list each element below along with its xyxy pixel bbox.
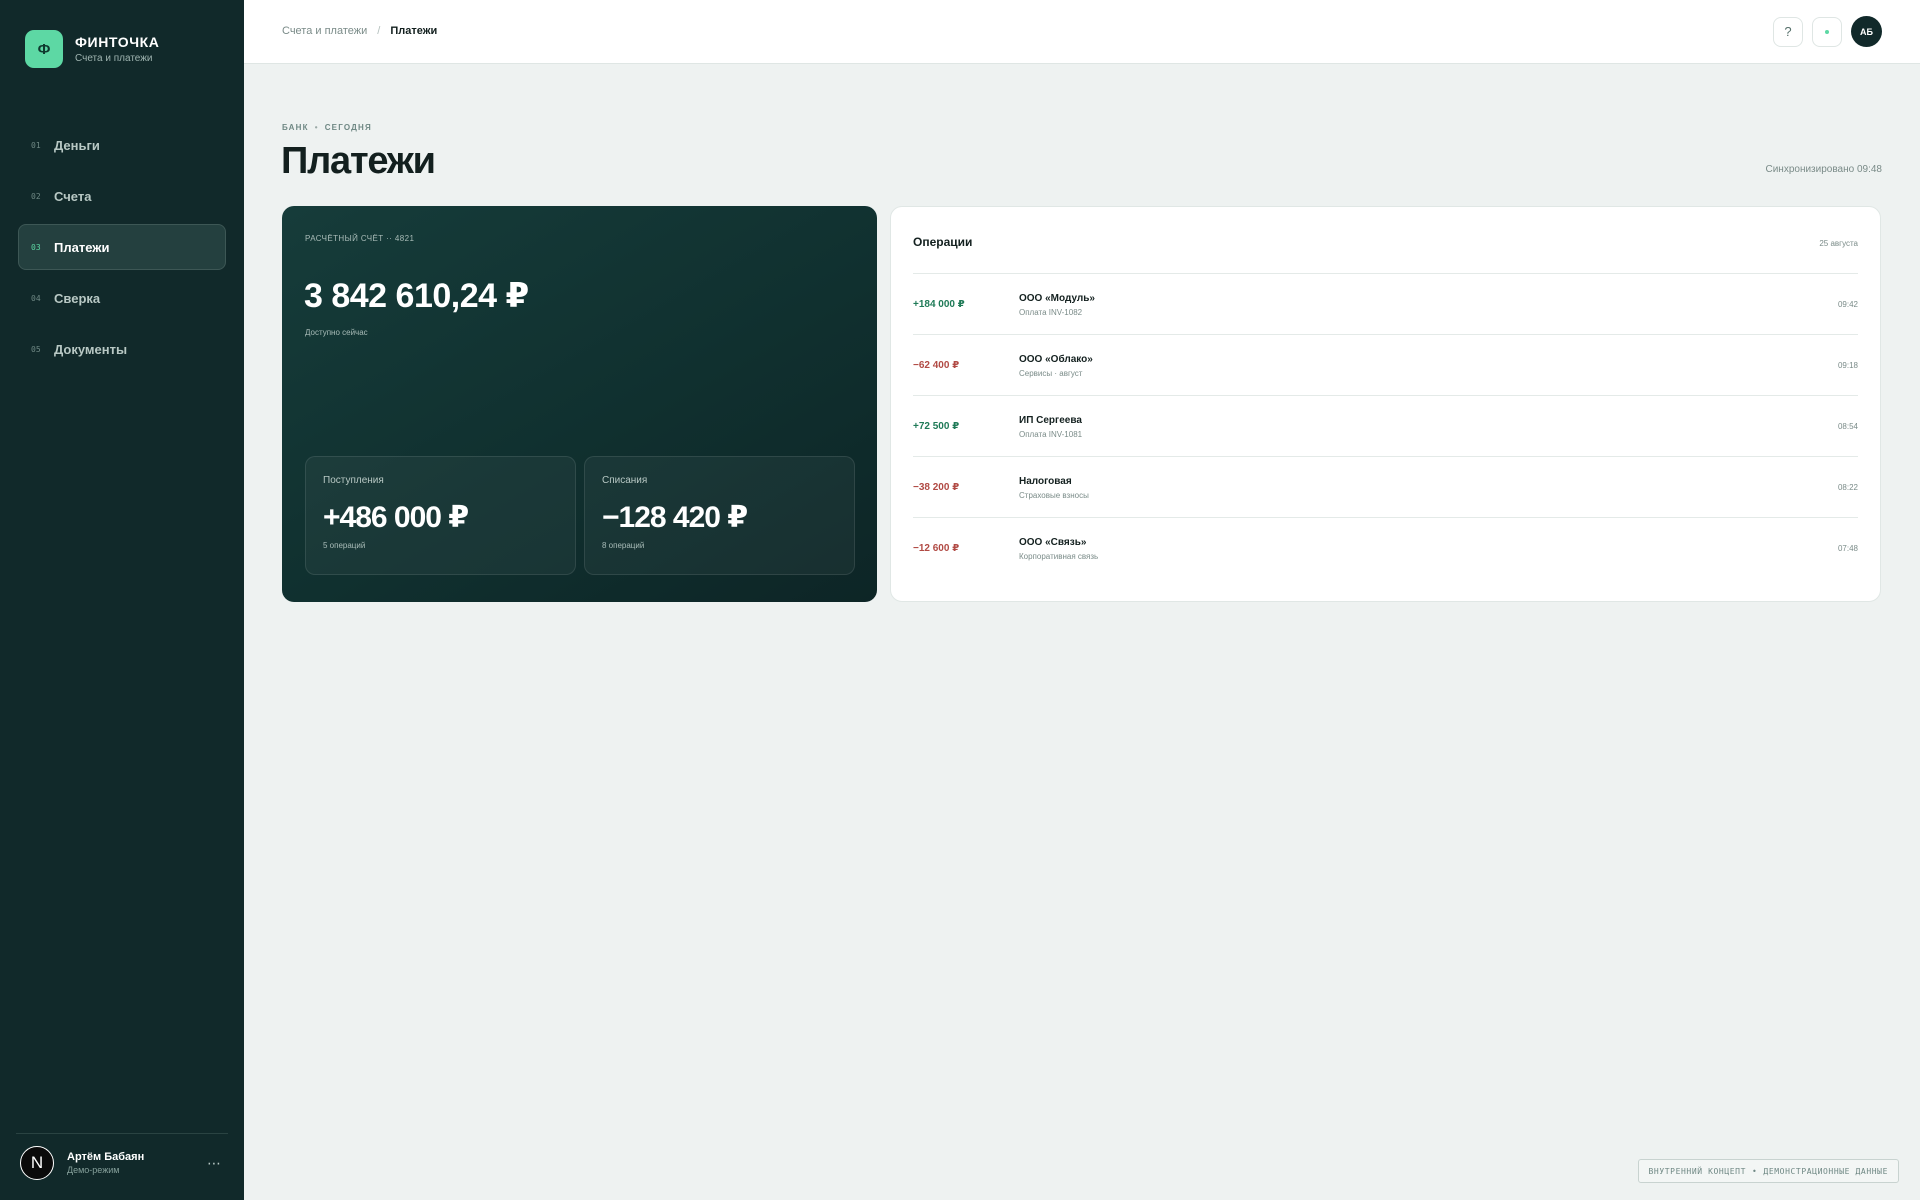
status-dot-icon: [1825, 29, 1829, 34]
list-item[interactable]: −12 600 ₽ ООО «Связь» Корпоративная связ…: [913, 517, 1858, 578]
user-name: Артём Бабаян: [67, 1151, 145, 1163]
operation-description: Корпоративная связь: [1019, 552, 1099, 561]
sidebar-item-label: Сверка: [54, 290, 101, 306]
operation-time: 07:48: [1837, 544, 1858, 553]
breadcrumb: Счета и платежи / Платежи: [282, 25, 437, 37]
sidebar-item-number: 05: [31, 344, 41, 354]
avatar[interactable]: АБ: [1851, 16, 1882, 47]
sidebar-divider: [16, 1133, 228, 1134]
balance-card: РАСЧЁТНЫЙ СЧЁТ ·· 4821 3 842 610,24 ₽ До…: [282, 206, 877, 602]
more-icon[interactable]: ⋯: [207, 1155, 226, 1172]
list-item[interactable]: +72 500 ₽ ИП Сергеева Оплата INV-1081 08…: [913, 395, 1858, 456]
operation-amount: −62 400 ₽: [913, 360, 960, 371]
sidebar-item-payments[interactable]: 03 Платежи: [18, 224, 226, 270]
account-label: РАСЧЁТНЫЙ СЧЁТ ·· 4821: [305, 234, 415, 243]
operation-description: Оплата INV-1081: [1019, 430, 1083, 439]
sidebar-item-money[interactable]: 01 Деньги: [18, 122, 226, 168]
user-role: Демо-режим: [67, 1165, 120, 1175]
expense-value: −128 420 ₽: [602, 501, 748, 534]
sidebar-item-reconciliation[interactable]: 04 Сверка: [18, 275, 226, 321]
sync-status: Синхронизировано 09:48: [1765, 164, 1882, 175]
operation-description: Страховые взносы: [1019, 491, 1089, 500]
sidebar-item-label: Счета: [54, 188, 92, 204]
breadcrumb-item-accounts[interactable]: Счета и платежи: [282, 25, 367, 37]
sidebar-nav: 01 Деньги 02 Счета 03 Платежи 04 Сверка …: [18, 122, 226, 377]
balance-amount: 3 842 610,24 ₽: [304, 277, 529, 315]
sidebar-item-documents[interactable]: 05 Документы: [18, 326, 226, 372]
operation-time: 09:18: [1837, 361, 1858, 370]
income-label: Поступления: [323, 475, 384, 486]
brand-subtitle: Счета и платежи: [75, 53, 153, 64]
badge-part: ВНУТРЕННИЙ КОНЦЕПТ: [1648, 1166, 1746, 1176]
operation-amount: +72 500 ₽: [913, 421, 960, 432]
user-profile[interactable]: N Артём Бабаян Демо-режим ⋯: [20, 1146, 226, 1180]
income-value: +486 000 ₽: [323, 501, 469, 534]
badge-part: ДЕМОНСТРАЦИОННЫЕ ДАННЫЕ: [1763, 1166, 1888, 1176]
operation-counterparty: ООО «Облако»: [1019, 354, 1093, 365]
eyebrow-part: СЕГОДНЯ: [324, 123, 372, 132]
operations-date: 25 августа: [1819, 239, 1858, 248]
sidebar-item-number: 04: [31, 293, 41, 303]
top-actions: ? АБ: [1773, 16, 1882, 47]
breadcrumb-separator: /: [377, 25, 381, 37]
list-item[interactable]: −62 400 ₽ ООО «Облако» Сервисы · август …: [913, 334, 1858, 395]
operation-amount: −12 600 ₽: [913, 543, 960, 554]
expense-card[interactable]: Списания −128 420 ₽ 8 операций: [584, 456, 855, 575]
brand[interactable]: Ф ФИНТОЧКА Счета и платежи: [25, 30, 160, 68]
operation-time: 08:54: [1837, 422, 1858, 431]
help-icon: ?: [1784, 24, 1792, 39]
breadcrumb-item-current: Платежи: [390, 25, 438, 37]
operation-counterparty: ИП Сергеева: [1019, 415, 1082, 426]
sidebar-item-label: Документы: [54, 341, 128, 357]
sidebar-item-accounts[interactable]: 02 Счета: [18, 173, 226, 219]
operations-list: +184 000 ₽ ООО «Модуль» Оплата INV-1082 …: [913, 273, 1858, 578]
operation-description: Сервисы · август: [1019, 369, 1083, 378]
sidebar-item-label: Деньги: [54, 137, 100, 153]
status-button[interactable]: [1812, 16, 1842, 47]
operation-description: Оплата INV-1082: [1019, 308, 1083, 317]
sidebar-item-label: Платежи: [54, 239, 110, 255]
eyebrow-part: БАНК: [282, 123, 309, 132]
brand-text: ФИНТОЧКА Счета и платежи: [75, 34, 160, 64]
sidebar-item-number: 02: [31, 191, 41, 201]
list-item[interactable]: −38 200 ₽ Налоговая Страховые взносы 08:…: [913, 456, 1858, 517]
income-count: 5 операций: [323, 541, 366, 550]
operation-time: 08:22: [1837, 483, 1858, 492]
income-card[interactable]: Поступления +486 000 ₽ 5 операций: [305, 456, 576, 575]
help-button[interactable]: ?: [1773, 16, 1803, 47]
topbar: Счета и платежи / Платежи ? АБ: [244, 0, 1920, 64]
expense-count: 8 операций: [602, 541, 645, 550]
operation-counterparty: ООО «Модуль»: [1019, 293, 1095, 304]
brand-name: ФИНТОЧКА: [75, 34, 160, 50]
page-eyebrow: БАНК • СЕГОДНЯ: [282, 123, 372, 132]
page-title: Платежи: [281, 140, 436, 182]
operation-amount: −38 200 ₽: [913, 482, 960, 493]
operations-card: Операции 25 августа +184 000 ₽ ООО «Моду…: [890, 206, 1881, 602]
list-item[interactable]: +184 000 ₽ ООО «Модуль» Оплата INV-1082 …: [913, 273, 1858, 334]
demo-badge: ВНУТРЕННИЙ КОНЦЕПТ • ДЕМОНСТРАЦИОННЫЕ ДАНН…: [1637, 1159, 1899, 1183]
operation-amount: +184 000 ₽: [913, 299, 965, 310]
operation-time: 09:42: [1837, 300, 1858, 309]
operation-counterparty: Налоговая: [1019, 476, 1072, 487]
user-avatar: N: [20, 1146, 54, 1180]
eyebrow-separator: •: [314, 123, 319, 132]
user-info: Артём Бабаян Демо-режим: [67, 1151, 207, 1175]
sidebar: Ф ФИНТОЧКА Счета и платежи 01 Деньги 02 …: [0, 0, 244, 1200]
operations-title: Операции: [913, 235, 973, 249]
brand-logo-icon: Ф: [25, 30, 63, 68]
operation-counterparty: ООО «Связь»: [1019, 537, 1087, 548]
balance-caption: Доступно сейчас: [305, 328, 368, 337]
sidebar-item-number: 01: [31, 140, 41, 150]
expense-label: Списания: [602, 475, 648, 486]
badge-separator: •: [1752, 1166, 1758, 1176]
sidebar-item-number: 03: [31, 242, 41, 252]
